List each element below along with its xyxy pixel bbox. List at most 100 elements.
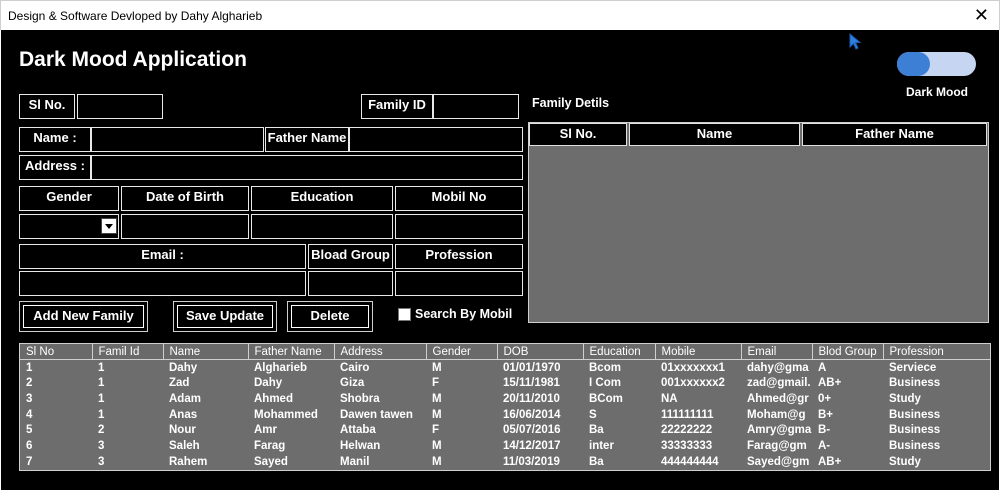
table-cell: Cairo [340,361,370,374]
dob-field[interactable] [121,214,249,239]
table-cell: Study [889,392,921,405]
table-cell: Business [889,408,941,421]
search-by-mobile-checkbox[interactable] [398,308,411,321]
table-cell: Shobra [340,392,380,405]
table-cell: Study [889,455,921,468]
table-cell: 1 [26,361,33,374]
grid-column-header[interactable]: Sl No [20,344,93,361]
grid-column-header[interactable]: Profession [883,344,990,361]
table-cell: AB+ [818,377,842,390]
table-cell: F [432,424,440,437]
table-cell: 4 [26,408,33,421]
profession-label: Profession [395,244,523,269]
table-cell: 22222222 [661,424,713,437]
delete-button[interactable]: Delete [287,301,373,332]
grid-column-header[interactable]: Email [741,344,813,361]
email-label: Email : [19,244,306,269]
family-id-field[interactable] [433,94,519,119]
sl-no-field[interactable] [77,94,163,119]
gender-select[interactable] [19,214,119,239]
table-cell: 3 [98,439,105,452]
table-cell: AB+ [818,455,842,468]
education-field[interactable] [251,214,393,239]
table-cell: Saleh [169,439,200,452]
table-cell: 6 [26,439,33,452]
add-new-family-button[interactable]: Add New Family [19,301,148,332]
delete-button-label: Delete [310,308,350,323]
table-cell: Ba [589,455,604,468]
table-cell: Rahem [169,455,208,468]
table-row[interactable]: 6 3 Saleh Farag Helwan M 14/12/2017 inter 333333… [20,438,990,454]
save-button-label: Save Update [185,308,265,323]
grid-column-header[interactable]: Education [583,344,656,361]
table-cell: 01/01/1970 [503,361,561,374]
family-id-label: Family ID [361,94,433,119]
table-cell: I Com [589,377,621,390]
table-cell: A [818,361,827,374]
table-cell: 3 [26,392,33,405]
grid-column-header[interactable]: DOB [497,344,584,361]
sl-no-label: Sl No. [19,94,75,119]
table-cell: Mohammed [254,408,318,421]
grid-column-header[interactable]: Blod Group [812,344,884,361]
family-data-grid[interactable]: Sl No Famil Id Name Father Name Address Gende… [19,343,991,471]
search-by-mobile-label: Search By Mobil [415,307,513,321]
table-row[interactable]: 3 1 Adam Ahmed Shobra M 20/11/2010 BCom NA Ahmed@… [20,391,990,407]
table-cell: Farag@gm [747,439,807,452]
table-cell: 5 [26,424,33,437]
table-cell: Anas [169,408,198,421]
grid-column-header[interactable]: Address [334,344,427,361]
table-row[interactable]: 5 2 Nour Amr Attaba F 05/07/2016 Ba 22222222 Amry… [20,422,990,438]
table-row[interactable]: 2 1 Zad Dahy Giza F 15/11/1981 I Com 001xxxxxx2 z… [20,375,990,391]
table-row[interactable]: 4 1 Anas Mohammed Dawen tawen M 16/06/2014 S 111… [20,407,990,423]
add-button-label: Add New Family [33,308,134,323]
table-cell: Amry@gma [747,424,812,437]
dark-mode-label: Dark Mood [906,85,969,99]
grid-column-header[interactable]: Gender [426,344,498,361]
grid-column-header[interactable]: Father Name [248,344,335,361]
table-cell: 1 [98,361,105,374]
table-cell: Algharieb [254,361,308,374]
name-field[interactable] [91,127,264,152]
father-name-label: Father Name [265,127,349,152]
family-details-grid[interactable] [528,122,989,323]
father-name-field[interactable] [349,127,523,152]
grid-column-header[interactable]: Name [163,344,249,361]
window-title: Design & Software Devloped by Dahy Algha… [8,9,263,23]
family-details-title: Family Detils [532,96,610,110]
table-cell: Farag [254,439,286,452]
table-cell: Bcom [589,361,621,374]
table-cell: 3 [98,455,105,468]
table-cell: M [432,439,442,452]
table-cell: Moham@g [747,408,806,421]
blood-group-field[interactable] [308,271,393,296]
family-col-father-name: Father Name [802,123,987,146]
table-cell: Amr [254,424,278,437]
address-field[interactable] [91,155,523,180]
blood-group-label: Bload Group [308,244,393,269]
grid-column-header[interactable]: Famil Id [92,344,164,361]
dark-mode-toggle[interactable] [897,52,976,76]
dob-label: Date of Birth [121,186,249,211]
table-row[interactable]: 1 1 Dahy Algharieb Cairo M 01/01/1970 Bcom 01xxx… [20,360,990,376]
email-field[interactable] [19,271,306,296]
mobile-field[interactable] [395,214,523,239]
grid-column-header[interactable]: Mobile [655,344,742,361]
education-label: Education [251,186,393,211]
table-cell: 2 [98,424,105,437]
table-cell: Ahmed [254,392,293,405]
table-cell: 001xxxxxx2 [661,377,725,390]
table-cell: M [432,392,442,405]
close-icon[interactable]: ✕ [974,5,989,25]
table-cell: 01xxxxxxx1 [661,361,725,374]
table-cell: Helwan [340,439,381,452]
table-cell: inter [589,439,614,452]
profession-field[interactable] [395,271,523,296]
chevron-down-icon[interactable] [101,218,117,234]
table-cell: 0+ [818,392,832,405]
save-update-button[interactable]: Save Update [173,301,277,332]
table-cell: 33333333 [661,439,713,452]
table-cell: A- [818,439,831,452]
table-row[interactable]: 7 3 Rahem Sayed Manil M 11/03/2019 Ba 444444444 S… [20,454,990,470]
table-cell: Serviece [889,361,937,374]
